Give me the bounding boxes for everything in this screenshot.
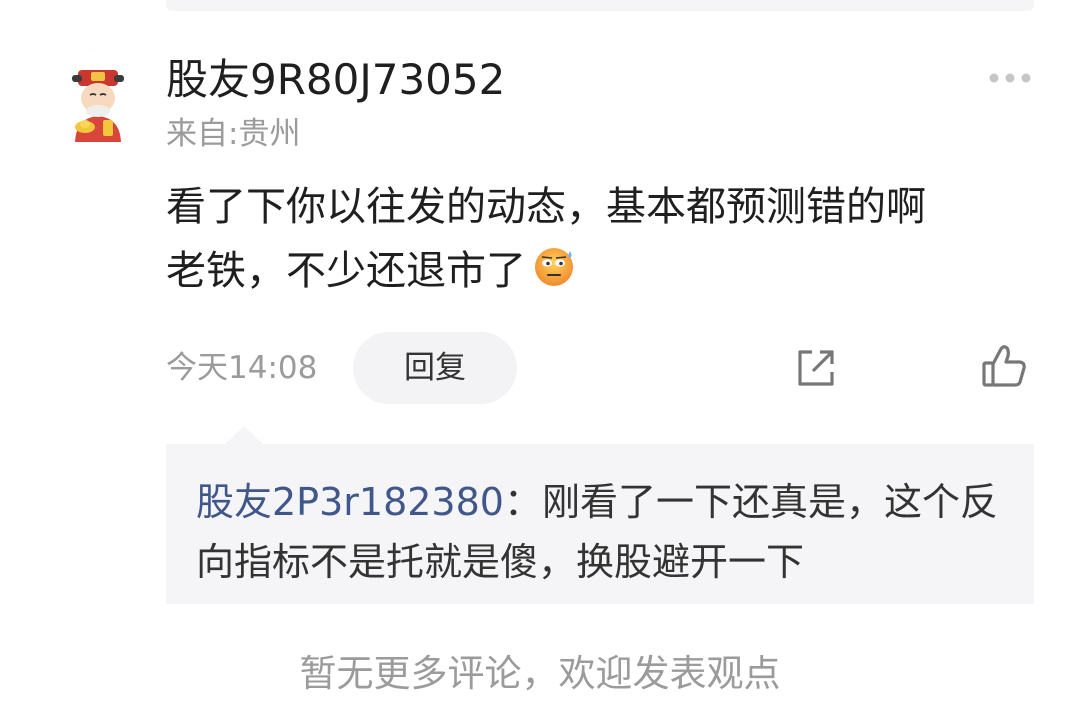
thumbs-up-icon[interactable] (980, 343, 1028, 389)
reply-separator: ： (503, 480, 542, 524)
comment-username[interactable]: 股友9R80J73052 (166, 52, 505, 108)
reply-username[interactable]: 股友2P3r182380 (196, 480, 504, 524)
avatar-god-of-wealth-icon (45, 48, 151, 154)
reply-box-pointer (225, 426, 263, 444)
comment-timestamp: 今天14:08 (166, 350, 318, 386)
avatar[interactable] (45, 48, 151, 154)
reply-text-line-2: 向指标不是托就是傻，换股避开一下 (196, 540, 805, 584)
comment-text-line-2-content: 老铁，不少还退市了 (166, 248, 526, 294)
reply-button[interactable]: 回复 (353, 332, 517, 404)
comment-location: 来自:贵州 (166, 116, 301, 152)
no-more-comments-note: 暂无更多评论，欢迎发表观点 (299, 652, 781, 695)
more-dots-icon[interactable] (986, 70, 1034, 86)
share-icon[interactable] (794, 346, 838, 390)
sweat-smile-emoji-icon (535, 248, 573, 286)
previous-panel-edge (166, 0, 1034, 11)
comment-page: 股友9R80J73052 来自:贵州 看了下你以往发的动态，基本都预测错的啊 老… (0, 0, 1080, 716)
comment-text: 看了下你以往发的动态，基本都预测错的啊 老铁，不少还退市了 (166, 175, 1036, 303)
comment-text-line-1: 看了下你以往发的动态，基本都预测错的啊 (166, 184, 926, 230)
reply-text: 股友2P3r182380：刚看了一下还真是，这个反 向指标不是托就是傻，换股避开… (196, 472, 1016, 592)
comment-text-line-2: 老铁，不少还退市了 (166, 239, 1036, 303)
reply-text-line-1-content: 刚看了一下还真是，这个反 (541, 480, 998, 524)
reply-text-line-1: 股友2P3r182380：刚看了一下还真是，这个反 (196, 472, 1016, 532)
reply-box: 股友2P3r182380：刚看了一下还真是，这个反 向指标不是托就是傻，换股避开… (166, 444, 1034, 604)
